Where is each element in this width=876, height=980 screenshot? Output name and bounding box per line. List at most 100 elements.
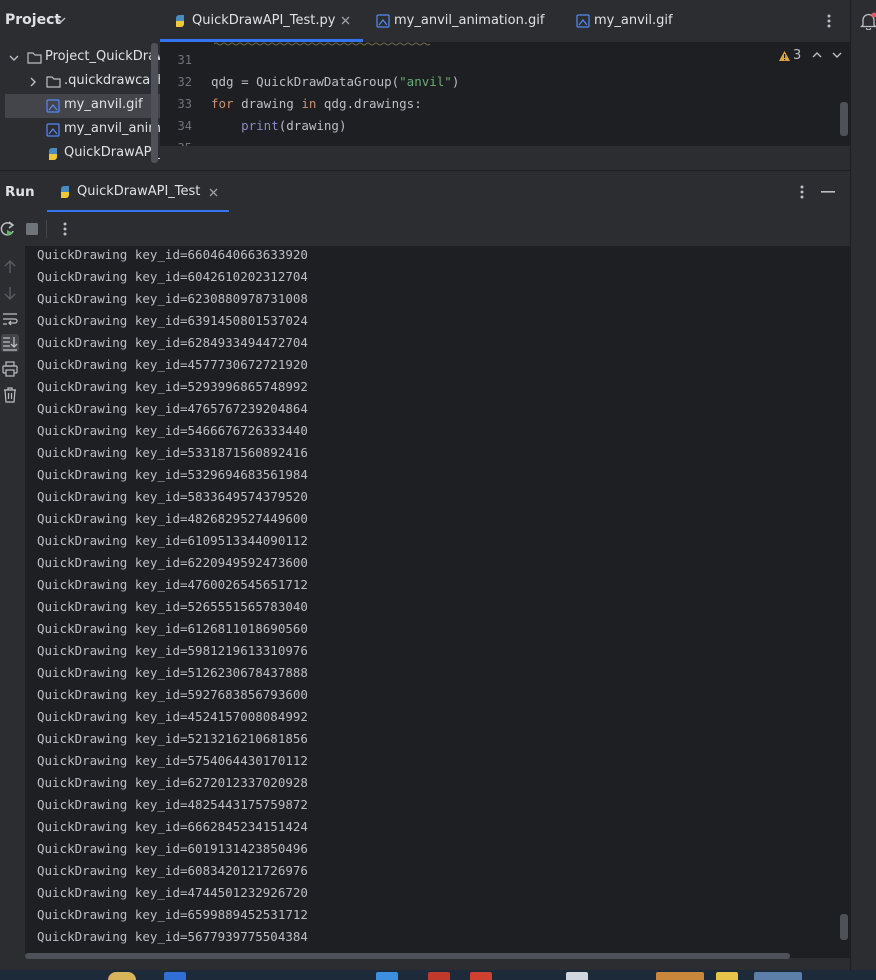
tree-item-label: .quickdrawcache [64, 73, 160, 88]
tree-item-quickdrawcache[interactable]: .quickdrawcache [0, 70, 160, 94]
tab-label: my_anvil_animation.gif [394, 13, 545, 28]
tree-item-my-anvil-gif[interactable]: my_anvil.gif [0, 94, 160, 118]
run-toolbar [0, 212, 850, 246]
taskbar-app-icon[interactable] [108, 972, 136, 980]
close-icon[interactable] [341, 16, 350, 25]
tab-my-anvil-animation-gif[interactable]: my_anvil_animation.gif [366, 0, 560, 42]
console-line: QuickDrawing key_id=4765767239204864 [37, 401, 308, 416]
tab-label: QuickDrawAPI_Test.py [192, 13, 336, 28]
code-line-33[interactable]: for drawing in qdg.drawings: [211, 96, 422, 111]
console-line: QuickDrawing key_id=6083420121726976 [37, 863, 308, 878]
minimize-icon[interactable] [821, 191, 835, 193]
print-icon[interactable] [1, 360, 19, 378]
notifications-icon[interactable] [860, 12, 876, 30]
console-line: QuickDrawing key_id=6126811018690560 [37, 621, 308, 636]
taskbar-app-icon[interactable] [656, 972, 704, 980]
right-tool-strip [850, 0, 876, 970]
python-file-icon [173, 14, 187, 28]
taskbar-app-icon[interactable] [376, 972, 398, 980]
tab-my-anvil-gif[interactable]: my_anvil.gif [566, 0, 706, 42]
code-token: ) [451, 74, 460, 89]
tree-item-quickdrawapi-test-py[interactable]: QuickDrawAPI_Test.py [0, 142, 160, 166]
arrow-down-icon[interactable] [1, 284, 19, 302]
console-side-toolbar [0, 246, 25, 980]
code-token: qdg = QuickDrawDataGroup( [211, 74, 400, 89]
console-output[interactable]: QuickDrawing key_id=6604640663633920 Quic… [25, 246, 850, 958]
code-token: (drawing) [278, 118, 347, 133]
console-line: QuickDrawing key_id=4744501232926720 [37, 885, 308, 900]
editor-scrollbar[interactable] [840, 102, 848, 136]
run-panel-title[interactable]: Run [5, 184, 35, 200]
tree-item-label: my_anvil_animation.gif [64, 121, 160, 136]
rerun-icon[interactable] [0, 221, 16, 237]
project-title[interactable]: Project [5, 12, 61, 28]
console-line: QuickDrawing key_id=6604640663633920 [37, 247, 308, 262]
taskbar-app-icon[interactable] [470, 972, 492, 980]
tree-item-my-anvil-animation-gif[interactable]: my_anvil_animation.gif [0, 118, 160, 142]
console-vertical-scrollbar[interactable] [840, 914, 848, 940]
code-keyword: for [211, 96, 234, 111]
project-header[interactable]: Project [0, 0, 160, 42]
chevron-down-icon[interactable] [9, 54, 19, 62]
python-file-icon [46, 147, 60, 161]
line-number: 32 [177, 75, 192, 89]
code-builtin: print [241, 118, 279, 133]
console-line: QuickDrawing key_id=4577730672721920 [37, 357, 308, 372]
console-line: QuickDrawing key_id=6109513344090112 [37, 533, 308, 548]
taskbar-app-icon[interactable] [566, 972, 588, 980]
stop-icon[interactable] [26, 223, 38, 235]
console-line: QuickDrawing key_id=5677939775504384 [37, 929, 308, 944]
run-tab-quickdrawapi-test[interactable]: QuickDrawAPI_Test [47, 171, 229, 213]
toolbar-divider [46, 220, 47, 238]
console-line: QuickDrawing key_id=5754064430170112 [37, 753, 308, 768]
code-string: "anvil" [399, 74, 452, 89]
os-taskbar [0, 970, 876, 980]
more-options-icon[interactable] [799, 184, 805, 200]
taskbar-app-icon[interactable] [428, 972, 450, 980]
taskbar-app-icon[interactable] [754, 972, 802, 980]
trash-icon[interactable] [1, 386, 19, 404]
chevron-down-icon[interactable] [832, 51, 842, 59]
tree-item-project-root[interactable]: Project_QuickDraw [0, 46, 160, 70]
console-line: QuickDrawing key_id=5126230678437888 [37, 665, 308, 680]
warning-icon [778, 50, 791, 62]
code-line-34[interactable]: print(drawing) [211, 118, 346, 133]
code-editor[interactable]: 31 32 33 34 35 qdg = QuickDrawDataGroup(… [160, 42, 850, 146]
console-line: QuickDrawing key_id=6391450801537024 [37, 313, 308, 328]
code-keyword: in [301, 96, 317, 111]
soft-wrap-icon[interactable] [1, 310, 19, 328]
code-line-32[interactable]: qdg = QuickDrawDataGroup("anvil") [211, 74, 459, 89]
console-line: QuickDrawing key_id=5927683856793600 [37, 687, 308, 702]
console-line: QuickDrawing key_id=4826829527449600 [37, 511, 308, 526]
console-line: QuickDrawing key_id=5213216210681856 [37, 731, 308, 746]
image-file-icon [46, 123, 60, 137]
line-number: 34 [177, 119, 192, 133]
more-options-icon[interactable] [826, 13, 832, 29]
taskbar-app-icon[interactable] [716, 972, 738, 980]
console-line: QuickDrawing key_id=4760026545651712 [37, 577, 308, 592]
run-tab-label: QuickDrawAPI_Test [77, 184, 201, 199]
code-token: drawing [233, 96, 302, 111]
tree-item-label: QuickDrawAPI_Test.py [64, 145, 160, 160]
close-icon[interactable] [209, 188, 218, 197]
scroll-to-end-icon[interactable] [1, 334, 19, 352]
more-options-icon[interactable] [62, 221, 68, 237]
chevron-down-icon[interactable] [56, 16, 66, 24]
project-scrollbar[interactable] [151, 43, 158, 163]
arrow-up-icon[interactable] [1, 258, 19, 276]
image-file-icon [376, 14, 390, 28]
console-line: QuickDrawing key_id=5331871560892416 [37, 445, 308, 460]
tree-item-label: my_anvil.gif [64, 97, 143, 112]
console-line: QuickDrawing key_id=5329694683561984 [37, 467, 308, 482]
console-line: QuickDrawing key_id=6272012337020928 [37, 775, 308, 790]
taskbar-app-icon[interactable] [164, 972, 186, 980]
chevron-right-icon[interactable] [29, 77, 37, 87]
line-number: 33 [177, 97, 192, 111]
tab-quickdrawapi-test-py[interactable]: QuickDrawAPI_Test.py [160, 0, 363, 42]
console-horizontal-thumb[interactable] [25, 953, 790, 959]
console-line: QuickDrawing key_id=5981219613310976 [37, 643, 308, 658]
chevron-up-icon[interactable] [812, 51, 822, 59]
console-horizontal-scrollbar[interactable] [25, 952, 850, 960]
console-line: QuickDrawing key_id=6599889452531712 [37, 907, 308, 922]
